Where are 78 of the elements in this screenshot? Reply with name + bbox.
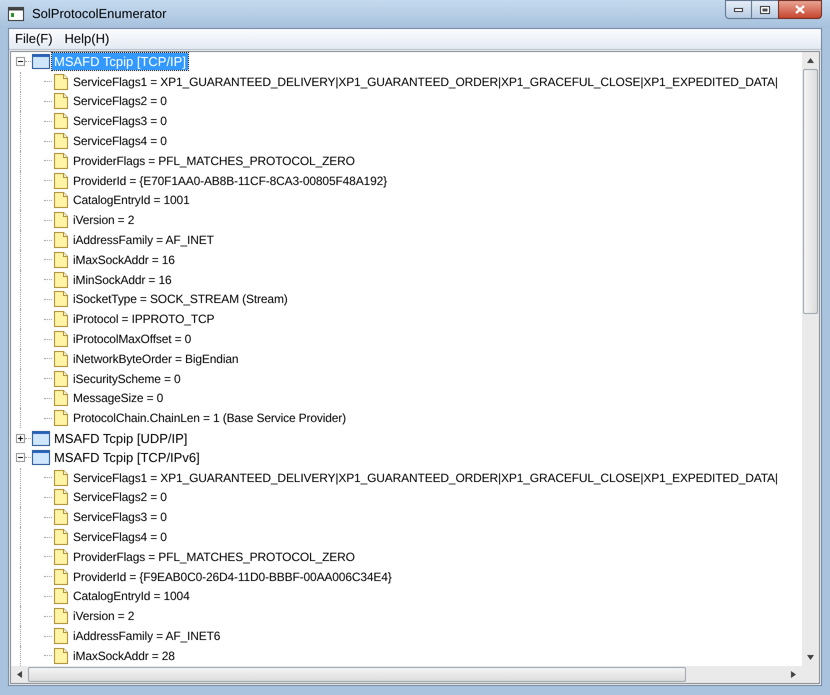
page-icon: [54, 133, 68, 150]
page-icon: [54, 192, 68, 208]
page-icon: [54, 350, 68, 367]
collapse-icon[interactable]: [16, 453, 25, 462]
app-icon: [8, 7, 24, 21]
tree-leaf[interactable]: ProviderId = {E70F1AA0-AB8B-11CF-8CA3-00805F48A192}: [73, 172, 387, 190]
page-icon: [54, 509, 68, 526]
page-icon: [54, 113, 68, 130]
page-icon: [54, 410, 68, 426]
tree-leaf[interactable]: ServiceFlags4 = 0: [73, 132, 167, 150]
tree-leaf[interactable]: ServiceFlags1 = XP1_GUARANTEED_DELIVERY|XP1_GUARANTEED_ORDER|XP1_GRACEFUL_CLOSE|XP1_EXPEDITED_DATA|: [73, 72, 778, 91]
tree-node[interactable]: MSAFD Tcpip [UDP/IP]: [52, 430, 190, 447]
tree-leaf[interactable]: ServiceFlags2 = 0: [73, 488, 167, 506]
tree-leaf[interactable]: iVersion = 2: [73, 211, 134, 230]
tree-leaf[interactable]: ServiceFlags4 = 0: [73, 528, 167, 546]
scroll-thumb[interactable]: [803, 69, 818, 314]
window-icon: [32, 430, 50, 446]
page-icon: [54, 470, 68, 486]
tree-leaf[interactable]: iNetworkByteOrder = BigEndian: [73, 350, 238, 368]
page-icon: [54, 93, 68, 110]
page-icon: [54, 370, 68, 387]
page-icon: [54, 172, 68, 189]
page-icon: [54, 291, 68, 308]
page-icon: [54, 390, 68, 406]
horizontal-scrollbar[interactable]: [11, 666, 819, 683]
minimize-button[interactable]: [725, 0, 752, 19]
page-icon: [54, 252, 68, 268]
page-icon: [54, 272, 68, 288]
page-icon: [54, 608, 68, 624]
expand-icon[interactable]: [16, 434, 25, 443]
page-icon: [54, 232, 68, 248]
page-icon: [54, 568, 68, 585]
page-icon: [54, 489, 68, 506]
page-icon: [54, 212, 68, 228]
tree-leaf[interactable]: MessageSize = 0: [73, 389, 164, 408]
menu-item[interactable]: Help(H): [58, 29, 116, 49]
window-icon: [32, 450, 50, 466]
tree-node[interactable]: MSAFD Tcpip [TCP/IPv6]: [52, 449, 202, 466]
tree-leaf[interactable]: ProviderId = {F9EAB0C0-26D4-11D0-BBBF-00AA006C34E4}: [73, 568, 392, 586]
page-icon: [54, 311, 68, 328]
page-icon: [54, 588, 68, 604]
tree-leaf[interactable]: ProviderFlags = PFL_MATCHES_PROTOCOL_ZERO: [73, 152, 355, 170]
page-icon: [54, 548, 68, 565]
tree-leaf[interactable]: CatalogEntryId = 1004: [73, 587, 190, 606]
tree-leaf[interactable]: ProtocolChain.ChainLen = 1 (Base Service Provider): [73, 409, 346, 428]
tree-leaf[interactable]: iProtocolMaxOffset = 0: [73, 330, 192, 348]
tree-leaf[interactable]: ProviderFlags = PFL_MATCHES_PROTOCOL_ZERO: [73, 548, 355, 566]
tree-leaf[interactable]: CatalogEntryId = 1001: [73, 191, 190, 210]
tree-leaf[interactable]: iAddressFamily = AF_INET: [73, 231, 214, 250]
page-icon: [54, 152, 68, 169]
vertical-scrollbar[interactable]: [802, 52, 819, 666]
tree-leaf[interactable]: ServiceFlags3 = 0: [73, 112, 167, 130]
tree-leaf[interactable]: iProtocol = IPPROTO_TCP: [73, 310, 214, 328]
page-icon: [54, 529, 68, 546]
window-title: SolProtocolEnumerator: [32, 5, 166, 24]
tree-leaf[interactable]: iMaxSockAddr = 16: [73, 250, 175, 269]
tree-leaf[interactable]: iMinSockAddr = 16: [73, 270, 172, 289]
minimize-icon: [734, 8, 743, 12]
tree-leaf[interactable]: ServiceFlags2 = 0: [73, 92, 167, 110]
tree-leaf[interactable]: iAddressFamily = AF_INET6: [73, 627, 220, 645]
tree-leaf[interactable]: iSocketType = SOCK_STREAM (Stream): [73, 290, 288, 308]
maximize-button[interactable]: [752, 0, 778, 19]
page-icon: [54, 74, 68, 90]
page-icon: [54, 628, 68, 644]
scroll-thumb[interactable]: [28, 667, 686, 682]
tree-leaf[interactable]: iSecurityScheme = 0: [73, 370, 181, 388]
page-icon: [54, 648, 68, 664]
tree-leaf[interactable]: iMaxSockAddr = 28: [73, 646, 175, 665]
window-icon: [32, 54, 50, 70]
maximize-icon: [760, 6, 770, 14]
close-button[interactable]: [778, 0, 822, 19]
close-icon: [795, 5, 805, 14]
menu-item[interactable]: File(F): [9, 29, 59, 49]
tree-leaf[interactable]: iVersion = 2: [73, 607, 134, 626]
page-icon: [54, 331, 68, 348]
collapse-icon[interactable]: [16, 57, 25, 66]
tree-leaf[interactable]: ServiceFlags1 = XP1_GUARANTEED_DELIVERY|XP1_GUARANTEED_ORDER|XP1_GRACEFUL_CLOSE|XP1_EXPEDITED_DATA|: [73, 468, 778, 487]
tree-leaf[interactable]: ServiceFlags3 = 0: [73, 508, 167, 526]
